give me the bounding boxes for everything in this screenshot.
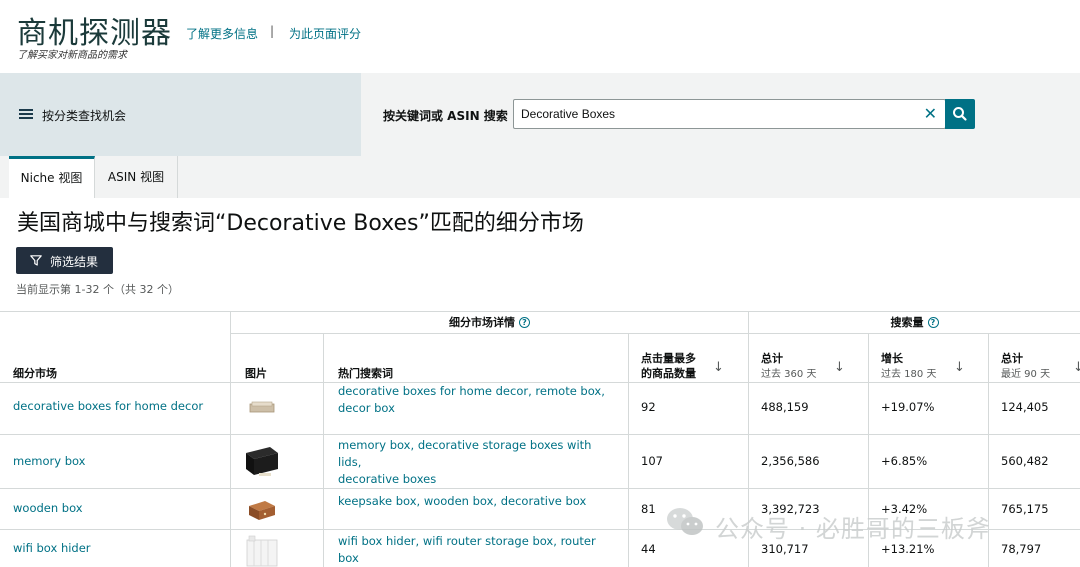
- view-tabs: Niche 视图 ASIN 视图: [0, 156, 1080, 198]
- search-volume-360: 2,356,586: [761, 454, 820, 468]
- clicked-count: 92: [641, 400, 656, 414]
- col-header-clicked-line1[interactable]: 点击量最多: [641, 350, 696, 366]
- col-header-clicked-line2[interactable]: 的商品数量: [641, 365, 696, 381]
- watermark: 公众号 · 必胜哥的三板斧: [665, 505, 990, 545]
- clicked-count: 107: [641, 454, 663, 468]
- rate-page-link[interactable]: 为此页面评分: [289, 25, 361, 42]
- search-volume-90: 765,175: [1001, 502, 1049, 516]
- col-header-total-90[interactable]: 总计: [1001, 350, 1023, 366]
- wechat-icon: [667, 508, 703, 535]
- search-term-link[interactable]: wifi box hider: [338, 534, 416, 548]
- divider: [0, 488, 1080, 489]
- search-term-link[interactable]: decorative box: [501, 494, 587, 508]
- result-count: 当前显示第 1-32 个（共 32 个）: [16, 283, 179, 296]
- niche-details-group-header: 细分市场详情?: [231, 312, 748, 334]
- col-header-image: 图片: [245, 367, 267, 380]
- top-terms-list: decorative boxes for home decor, remote …: [338, 384, 605, 415]
- clear-icon[interactable]: ✕: [924, 105, 937, 123]
- divider: [628, 334, 629, 567]
- niche-link[interactable]: wooden box: [13, 500, 83, 517]
- learn-more-link[interactable]: 了解更多信息: [186, 25, 258, 42]
- search-volume-group-header: 搜索量?: [749, 312, 1080, 334]
- niche-link[interactable]: wifi box hider: [13, 540, 91, 557]
- col-header-niche[interactable]: 细分市场: [13, 365, 57, 381]
- app-header: 商机探测器 了解买家对新商品的需求 了解更多信息 | 为此页面评分: [0, 0, 1080, 73]
- col-header-total-sub: 过去 360 天: [761, 369, 817, 380]
- col-header-growth-sub: 过去 180 天: [881, 369, 937, 380]
- sort-arrow-icon[interactable]: ↓: [713, 360, 724, 375]
- col-header-top-terms: 热门搜索词: [338, 367, 393, 380]
- divider: [323, 334, 324, 567]
- niche-link[interactable]: decorative boxes for home decor: [13, 398, 203, 415]
- filter-icon: [30, 255, 42, 266]
- category-panel: 按分类查找机会: [0, 73, 361, 156]
- col-header-growth[interactable]: 增长: [881, 350, 903, 366]
- product-thumbnail[interactable]: [244, 443, 280, 479]
- header-separator: |: [270, 24, 275, 38]
- watermark-text: 公众号 · 必胜哥的三板斧: [715, 515, 991, 543]
- top-terms-list: wifi box hider, wifi router storage box,…: [338, 534, 596, 565]
- search-field[interactable]: ✕: [513, 99, 946, 129]
- product-thumbnail[interactable]: [249, 400, 275, 414]
- top-terms-list: memory box, decorative storage boxes wit…: [338, 438, 592, 486]
- page-title: 美国商城中与搜索词“Decorative Boxes”匹配的细分市场: [17, 211, 584, 236]
- clicked-count: 81: [641, 502, 656, 516]
- help-icon[interactable]: ?: [927, 317, 939, 328]
- tab-niche-view[interactable]: Niche 视图: [9, 156, 95, 198]
- search-volume-360: 488,159: [761, 400, 809, 414]
- help-icon[interactable]: ?: [519, 317, 530, 328]
- browse-by-category-link[interactable]: 按分类查找机会: [42, 107, 126, 124]
- divider: [0, 434, 1080, 435]
- filter-button-label: 筛选结果: [50, 255, 99, 269]
- top-terms-list: keepsake box, wooden box, decorative box: [338, 494, 587, 508]
- search-input[interactable]: [521, 104, 911, 124]
- tab-asin-view[interactable]: ASIN 视图: [95, 156, 178, 198]
- search-term-link[interactable]: decor box: [338, 401, 395, 415]
- growth-180: +13.21%: [881, 542, 935, 556]
- search-label: 按关键词或 ASIN 搜索: [383, 109, 508, 123]
- sort-arrow-icon[interactable]: ↓: [954, 360, 965, 375]
- clicked-count: 44: [641, 542, 656, 556]
- product-thumbnail[interactable]: [244, 532, 280, 567]
- search-term-link[interactable]: remote box: [535, 384, 601, 398]
- sort-arrow-icon[interactable]: ↓: [834, 360, 845, 375]
- search-term-link[interactable]: decorative boxes: [338, 472, 436, 486]
- search-volume-90: 124,405: [1001, 400, 1049, 414]
- menu-icon[interactable]: [19, 109, 33, 119]
- search-volume-90: 560,482: [1001, 454, 1049, 468]
- product-thumbnail[interactable]: [247, 498, 277, 522]
- sort-arrow-icon[interactable]: ↓: [1073, 360, 1080, 375]
- search-volume-90: 78,797: [1001, 542, 1042, 556]
- col-header-total-90-sub: 最近 90 天: [1001, 369, 1051, 380]
- col-header-total[interactable]: 总计: [761, 350, 783, 366]
- filter-results-button[interactable]: 筛选结果: [16, 247, 113, 274]
- growth-180: +6.85%: [881, 454, 928, 468]
- search-volume-360: 310,717: [761, 542, 809, 556]
- search-term-link[interactable]: wooden box: [424, 494, 494, 508]
- niche-link[interactable]: memory box: [13, 453, 86, 470]
- growth-180: +19.07%: [881, 400, 935, 414]
- search-term-link[interactable]: wifi router storage box: [423, 534, 553, 548]
- search-icon: [953, 107, 967, 121]
- search-term-link[interactable]: memory box: [338, 438, 411, 452]
- search-term-link[interactable]: decorative boxes for home decor: [338, 384, 528, 398]
- search-button[interactable]: [945, 99, 975, 129]
- search-term-link[interactable]: keepsake box: [338, 494, 417, 508]
- app-subtitle: 了解买家对新商品的需求: [17, 50, 127, 61]
